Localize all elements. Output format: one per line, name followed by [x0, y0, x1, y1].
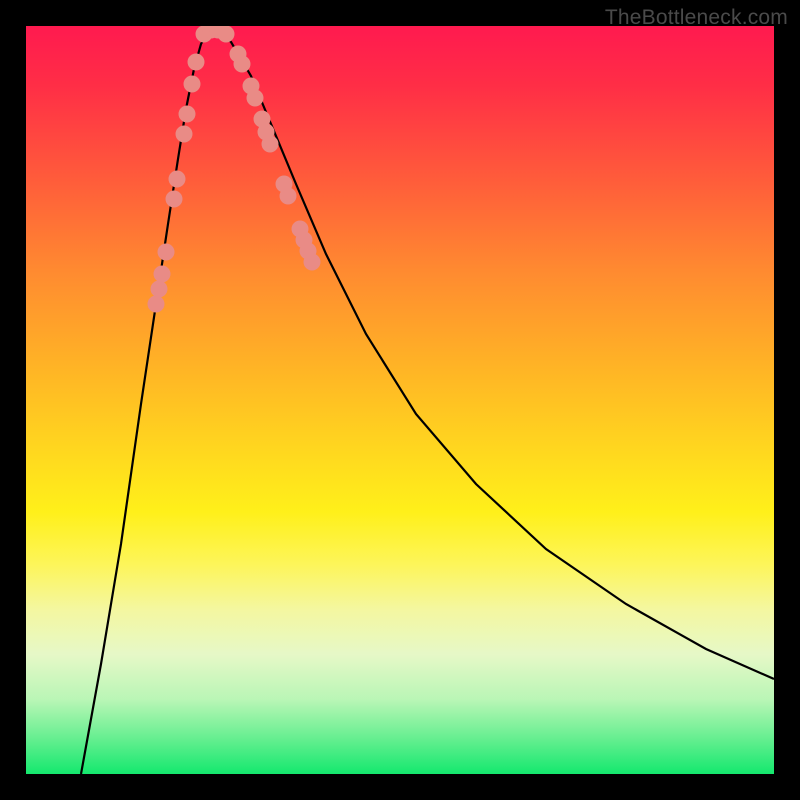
chart-frame: TheBottleneck.com	[0, 0, 800, 800]
gradient-background	[26, 26, 774, 774]
watermark-text: TheBottleneck.com	[605, 6, 788, 30]
